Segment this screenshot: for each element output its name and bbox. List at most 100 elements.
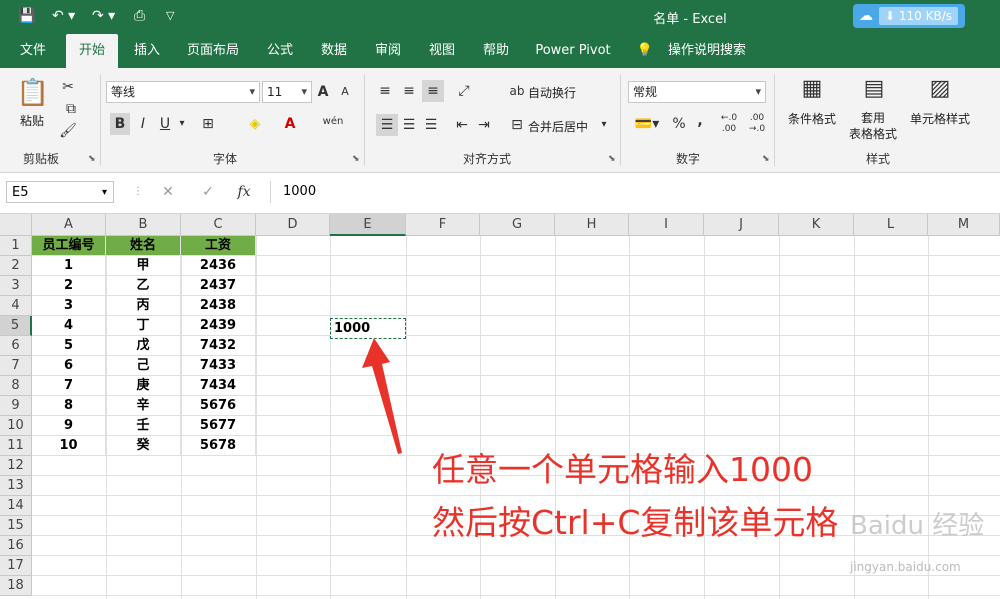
- tab-insert[interactable]: 插入: [124, 34, 170, 68]
- paste-icon[interactable]: 📋: [16, 76, 50, 112]
- orientation-icon[interactable]: ⤢: [452, 80, 476, 102]
- row-header[interactable]: 15: [0, 516, 32, 536]
- row-header[interactable]: 4: [0, 296, 32, 316]
- table-cell[interactable]: 7434: [181, 376, 256, 396]
- grow-font-icon[interactable]: A: [314, 81, 332, 103]
- column-header[interactable]: K: [779, 214, 854, 236]
- accounting-format-icon[interactable]: 💳▾: [632, 113, 662, 135]
- table-cell[interactable]: 庚: [106, 376, 181, 396]
- row-header[interactable]: 9: [0, 396, 32, 416]
- row-header[interactable]: 3: [0, 276, 32, 296]
- cell-styles-icon[interactable]: ▨: [924, 74, 956, 104]
- select-all-corner[interactable]: [0, 214, 32, 236]
- redo-icon[interactable]: ↷ ▾: [92, 7, 115, 25]
- wrap-text-button[interactable]: 自动换行: [528, 84, 584, 101]
- align-right-icon[interactable]: ☰: [422, 114, 440, 136]
- customize-icon[interactable]: ▽: [166, 7, 174, 25]
- table-cell[interactable]: 2: [32, 276, 106, 296]
- row-header[interactable]: 17: [0, 556, 32, 576]
- table-cell[interactable]: 5676: [181, 396, 256, 416]
- underline-button[interactable]: U: [156, 113, 174, 135]
- table-cell[interactable]: 9: [32, 416, 106, 436]
- table-cell[interactable]: 3: [32, 296, 106, 316]
- phonetic-guide-icon[interactable]: wén: [320, 111, 346, 133]
- align-top-icon[interactable]: ≡: [376, 80, 394, 102]
- row-header[interactable]: 2: [0, 256, 32, 276]
- format-painter-icon[interactable]: 🖌: [58, 120, 78, 142]
- tab-formulas[interactable]: 公式: [256, 34, 304, 68]
- column-header[interactable]: F: [406, 214, 480, 236]
- column-header[interactable]: I: [629, 214, 704, 236]
- merge-center-icon[interactable]: ⊟: [508, 114, 526, 136]
- merge-center-button[interactable]: 合并后居中: [528, 118, 598, 135]
- row-header[interactable]: 16: [0, 536, 32, 556]
- tab-view[interactable]: 视图: [420, 34, 464, 68]
- table-cell[interactable]: 5678: [181, 436, 256, 456]
- table-header-cell[interactable]: 员工编号: [32, 236, 106, 256]
- table-cell[interactable]: 7433: [181, 356, 256, 376]
- tab-help[interactable]: 帮助: [474, 34, 518, 68]
- tab-file[interactable]: 文件: [8, 34, 58, 68]
- table-cell[interactable]: 1: [32, 256, 106, 276]
- column-header[interactable]: B: [106, 214, 181, 236]
- number-format-select[interactable]: 常规 ▾: [628, 81, 766, 103]
- wrap-text-icon[interactable]: ab: [508, 80, 526, 102]
- undo-icon[interactable]: ↶ ▾: [52, 7, 75, 25]
- font-size-select[interactable]: 11 ▾: [262, 81, 312, 103]
- increase-decimal-icon[interactable]: ←.0.00: [718, 113, 740, 135]
- table-cell[interactable]: 戊: [106, 336, 181, 356]
- column-header[interactable]: C: [181, 214, 256, 236]
- table-cell[interactable]: 乙: [106, 276, 181, 296]
- cancel-icon[interactable]: ✕: [158, 181, 178, 203]
- table-cell[interactable]: 6: [32, 356, 106, 376]
- alignment-launcher-icon[interactable]: ⬊: [608, 154, 616, 164]
- enter-icon[interactable]: ✓: [198, 181, 218, 203]
- decrease-indent-icon[interactable]: ⇤: [452, 114, 472, 136]
- conditional-formatting-icon[interactable]: ▦: [796, 74, 828, 104]
- table-cell[interactable]: 5677: [181, 416, 256, 436]
- table-cell[interactable]: 2438: [181, 296, 256, 316]
- font-name-select[interactable]: 等线 ▾: [106, 81, 260, 103]
- increase-indent-icon[interactable]: ⇥: [474, 114, 494, 136]
- clipboard-launcher-icon[interactable]: ⬊: [88, 154, 96, 164]
- table-header-cell[interactable]: 工资: [181, 236, 256, 256]
- table-cell[interactable]: 辛: [106, 396, 181, 416]
- table-cell[interactable]: 癸: [106, 436, 181, 456]
- fill-color-icon[interactable]: ◈: [244, 113, 266, 135]
- chevron-down-icon[interactable]: ▾: [102, 182, 107, 204]
- align-left-icon[interactable]: ☰: [376, 114, 398, 136]
- copy-icon[interactable]: ⧉: [58, 98, 84, 120]
- align-center-icon[interactable]: ☰: [400, 114, 418, 136]
- cut-icon[interactable]: ✂: [58, 76, 78, 98]
- tab-home[interactable]: 开始: [66, 34, 118, 68]
- column-header[interactable]: H: [555, 214, 629, 236]
- column-header[interactable]: A: [32, 214, 106, 236]
- decrease-decimal-icon[interactable]: .00 →.0: [746, 113, 768, 135]
- row-header[interactable]: 6: [0, 336, 32, 356]
- row-header[interactable]: 18: [0, 576, 32, 596]
- table-cell[interactable]: 壬: [106, 416, 181, 436]
- table-cell[interactable]: 8: [32, 396, 106, 416]
- table-cell[interactable]: 丁: [106, 316, 181, 336]
- row-header[interactable]: 11: [0, 436, 32, 456]
- borders-icon[interactable]: ⊞: [198, 113, 218, 135]
- row-header[interactable]: 1: [0, 236, 32, 256]
- column-header[interactable]: M: [928, 214, 1000, 236]
- print-preview-icon[interactable]: ⎙: [134, 7, 145, 25]
- table-cell[interactable]: 2437: [181, 276, 256, 296]
- row-header[interactable]: 8: [0, 376, 32, 396]
- save-icon[interactable]: 💾: [18, 7, 35, 25]
- table-cell[interactable]: 10: [32, 436, 106, 456]
- format-as-table-icon[interactable]: ▤: [858, 74, 890, 104]
- insert-function-icon[interactable]: fx: [234, 181, 254, 203]
- row-header[interactable]: 5: [0, 316, 32, 336]
- table-cell[interactable]: 丙: [106, 296, 181, 316]
- column-header[interactable]: J: [704, 214, 779, 236]
- tab-review[interactable]: 审阅: [366, 34, 410, 68]
- column-header[interactable]: L: [854, 214, 928, 236]
- shrink-font-icon[interactable]: A: [336, 81, 354, 103]
- row-header[interactable]: 7: [0, 356, 32, 376]
- chevron-down-icon[interactable]: ▾: [176, 113, 188, 135]
- paste-button[interactable]: 粘贴: [12, 112, 52, 129]
- format-as-table-button[interactable]: 套用 表格格式: [840, 110, 906, 142]
